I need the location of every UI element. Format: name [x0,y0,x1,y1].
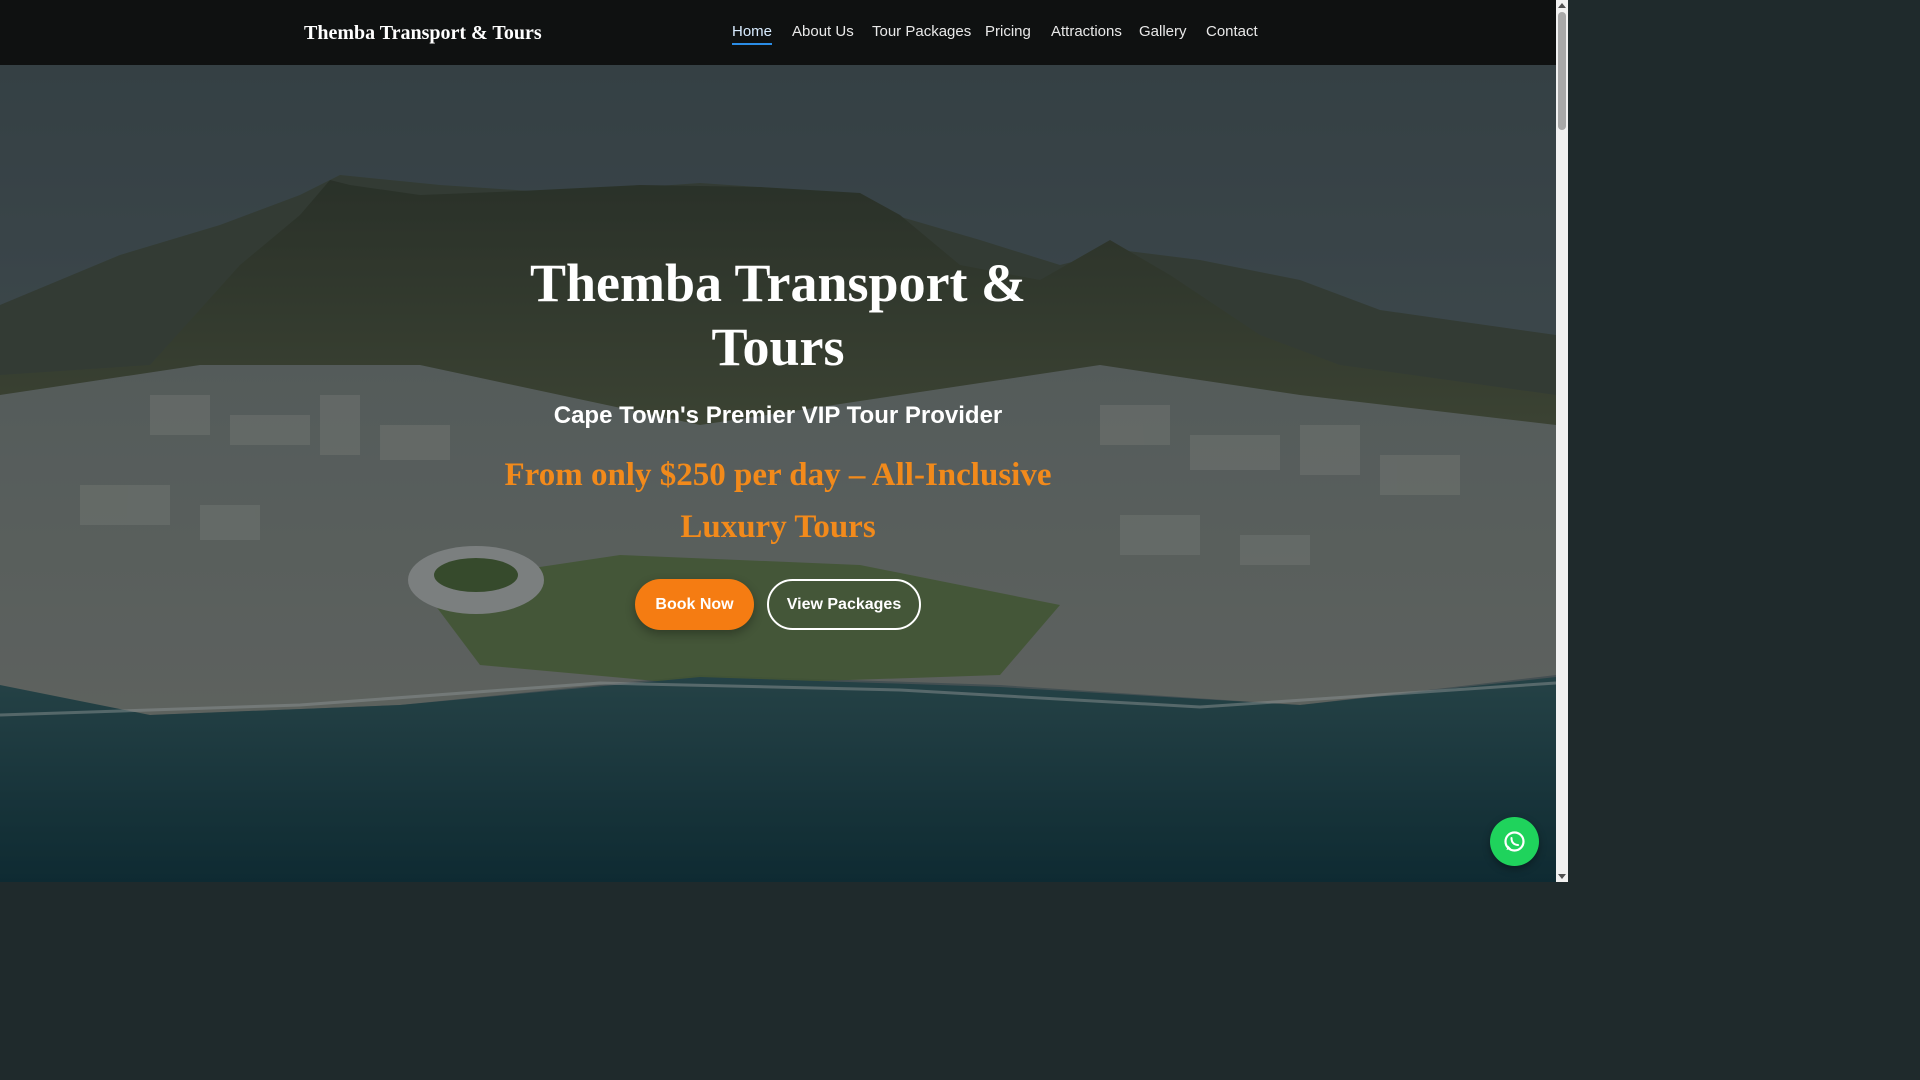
hero-title-line-1: Themba Transport & [529,253,1027,313]
scrollbar-thumb[interactable] [1558,12,1566,130]
hero-title-line-2: Tours [711,317,845,377]
nav-contact[interactable]: Contact [1206,22,1258,42]
hero-subtitle: Cape Town's Premier VIP Tour Provider [553,402,1003,429]
nav-about-us[interactable]: About Us [792,22,854,42]
page-scrollbar[interactable] [1556,0,1568,882]
whatsapp-icon [1504,831,1525,852]
scroll-down-arrow-icon[interactable] [1558,874,1566,879]
hero-price-tagline: From only $250 per day – All-Inclusive L… [478,449,1078,553]
whatsapp-chat-button[interactable] [1490,817,1539,866]
scroll-up-arrow-icon[interactable] [1558,3,1566,8]
hero-price-line-1: From only $250 per day – All-Inclusive [504,457,1052,493]
view-packages-button[interactable]: View Packages [767,579,921,630]
site-header: Themba Transport & Tours Home About Us T… [0,0,1556,65]
nav-gallery[interactable]: Gallery [1139,22,1187,42]
nav-pricing[interactable]: Pricing [985,22,1031,42]
book-now-button[interactable]: Book Now [635,579,754,630]
main-nav: Home About Us Tour Packages Pricing Attr… [0,0,1556,65]
hero-price-line-2: Luxury Tours [680,509,876,545]
hero-title: Themba Transport & Tours [378,251,1178,379]
nav-tour-packages[interactable]: Tour Packages [872,22,971,42]
nav-home[interactable]: Home [732,22,773,45]
nav-attractions[interactable]: Attractions [1051,22,1122,42]
hero-section: Themba Transport & Tours Cape Town's Pre… [0,65,1556,882]
